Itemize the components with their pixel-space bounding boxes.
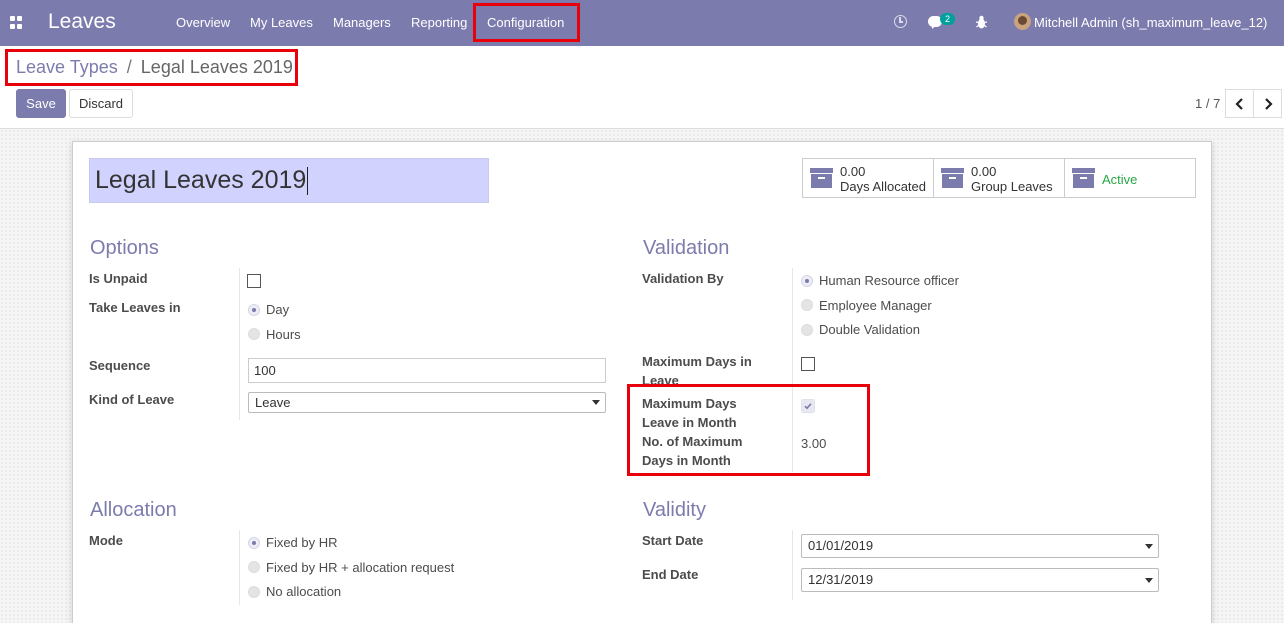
validation-section-title: Validation [643, 237, 730, 259]
max-days-in-leave-checkbox[interactable] [801, 357, 815, 371]
validation-employee-manager-radio[interactable] [801, 299, 813, 311]
max-days-leave-in-month-checkbox[interactable] [801, 399, 815, 413]
no-of-max-days-value[interactable]: 3.00 [801, 436, 826, 451]
no-of-max-days-label-line2: Days in Month [642, 453, 731, 468]
days-allocated-button[interactable]: 0.00 Days Allocated [803, 159, 934, 197]
save-button[interactable]: Save [16, 89, 66, 118]
end-date-value: 12/31/2019 [808, 572, 874, 587]
validation-column-divider [792, 268, 793, 472]
mode-label: Mode [89, 533, 123, 548]
mode-fixed-by-hr-label[interactable]: Fixed by HR [266, 535, 338, 550]
take-leaves-day-radio[interactable] [248, 304, 260, 316]
max-days-leave-in-month-label-line2: Leave in Month [642, 415, 737, 430]
active-toggle-button[interactable]: Active [1065, 159, 1195, 197]
sequence-input[interactable]: 100 [248, 358, 606, 383]
kind-of-leave-select[interactable]: Leave [248, 392, 606, 413]
days-allocated-value: 0.00 [840, 164, 866, 179]
mode-fixed-by-hr-radio[interactable] [248, 537, 260, 549]
take-leaves-hours-radio[interactable] [248, 328, 260, 340]
no-of-max-days-label-line1: No. of Maximum [642, 434, 743, 449]
end-date-input[interactable]: 12/31/2019 [801, 568, 1159, 592]
end-date-label: End Date [642, 567, 699, 582]
start-date-label: Start Date [642, 533, 704, 548]
leave-type-name-value: Legal Leaves 2019 [95, 166, 307, 194]
validation-double-radio[interactable] [801, 324, 813, 336]
menu-configuration[interactable]: Configuration [487, 15, 564, 30]
user-avatar[interactable] [1014, 13, 1031, 30]
validation-hr-officer-radio[interactable] [801, 275, 813, 287]
allocation-section-title: Allocation [90, 499, 177, 521]
mode-no-allocation-label[interactable]: No allocation [266, 584, 341, 599]
leave-type-name-input[interactable]: Legal Leaves 2019 [89, 158, 489, 203]
take-leaves-day-label[interactable]: Day [266, 302, 289, 317]
options-section-title: Options [90, 237, 159, 259]
validation-hr-officer-label[interactable]: Human Resource officer [819, 273, 959, 288]
group-leaves-value: 0.00 [971, 164, 997, 179]
chevron-right-icon [1264, 98, 1273, 110]
activity-clock-icon[interactable] [894, 15, 907, 28]
bug-icon[interactable] [976, 15, 987, 29]
max-days-leave-in-month-label-line1: Maximum Days [642, 396, 737, 411]
options-column-divider [239, 268, 240, 420]
chat-count-badge: 2 [940, 13, 955, 25]
kind-of-leave-label: Kind of Leave [89, 392, 175, 407]
pager-previous-button[interactable] [1225, 89, 1254, 118]
archive-icon [810, 168, 833, 188]
menu-managers[interactable]: Managers [333, 15, 391, 30]
archive-icon [941, 168, 964, 188]
breadcrumb-separator: / [126, 57, 132, 77]
mode-no-allocation-radio[interactable] [248, 586, 260, 598]
menu-my-leaves[interactable]: My Leaves [250, 15, 313, 30]
caret-down-icon [592, 400, 600, 405]
kind-of-leave-value: Leave [255, 395, 291, 410]
active-label: Active [1102, 172, 1138, 187]
discard-button[interactable]: Discard [69, 89, 133, 118]
group-leaves-button[interactable]: 0.00 Group Leaves [934, 159, 1065, 197]
smart-buttons: 0.00 Days Allocated 0.00 Group Leaves Ac… [802, 158, 1196, 198]
start-date-value: 01/01/2019 [808, 538, 874, 553]
apps-menu-icon[interactable] [10, 16, 23, 29]
menu-reporting[interactable]: Reporting [411, 15, 467, 30]
text-caret [307, 167, 309, 196]
validation-by-label: Validation By [642, 271, 724, 286]
days-allocated-label: Days Allocated [840, 179, 926, 194]
max-days-in-leave-label-line2: Leave [642, 373, 679, 388]
mode-fixed-by-hr-allocation-label[interactable]: Fixed by HR + allocation request [266, 560, 454, 575]
app-title: Leaves [48, 10, 116, 33]
chevron-left-icon [1234, 98, 1243, 110]
max-days-in-leave-label-line1: Maximum Days in [642, 354, 752, 369]
sequence-label: Sequence [89, 358, 151, 373]
validity-section-title: Validity [643, 499, 706, 521]
breadcrumb-parent[interactable]: Leave Types [16, 57, 118, 77]
archive-icon [1072, 168, 1095, 188]
is-unpaid-checkbox[interactable] [247, 274, 261, 288]
take-leaves-hours-label[interactable]: Hours [266, 327, 301, 342]
start-date-input[interactable]: 01/01/2019 [801, 534, 1159, 558]
user-menu[interactable]: Mitchell Admin (sh_maximum_leave_12) [1034, 15, 1267, 30]
validation-double-label[interactable]: Double Validation [819, 322, 920, 337]
pager-next-button[interactable] [1253, 89, 1282, 118]
validation-employee-manager-label[interactable]: Employee Manager [819, 298, 932, 313]
is-unpaid-label: Is Unpaid [89, 271, 148, 286]
mode-fixed-by-hr-allocation-radio[interactable] [248, 561, 260, 573]
group-leaves-label: Group Leaves [971, 179, 1053, 194]
menu-overview[interactable]: Overview [176, 15, 230, 30]
pager-value[interactable]: 1 / 7 [1195, 96, 1220, 111]
allocation-column-divider [239, 530, 240, 605]
caret-down-icon [1145, 578, 1153, 583]
validity-column-divider [792, 530, 793, 600]
caret-down-icon [1145, 544, 1153, 549]
breadcrumb: Leave Types / Legal Leaves 2019 [16, 57, 293, 78]
top-navbar: Leaves Overview My Leaves Managers Repor… [0, 0, 1284, 46]
take-leaves-label: Take Leaves in [89, 300, 181, 315]
breadcrumb-current: Legal Leaves 2019 [140, 57, 293, 77]
